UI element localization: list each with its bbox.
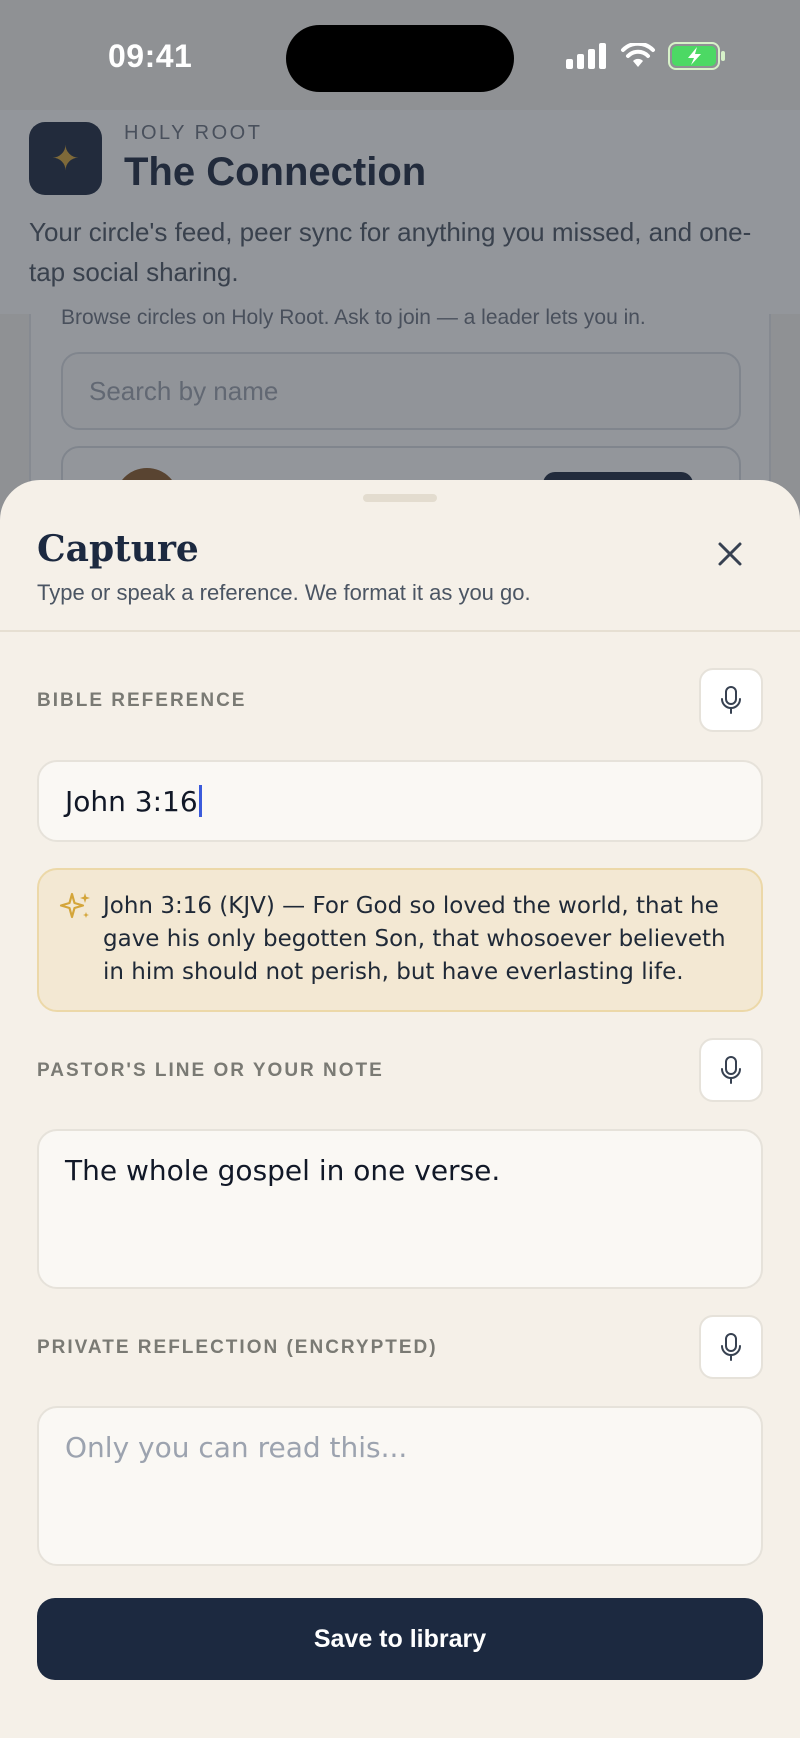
status-icons bbox=[566, 42, 726, 70]
sheet-grabber[interactable] bbox=[363, 494, 437, 502]
microphone-icon bbox=[721, 1333, 741, 1361]
sheet-title: Capture bbox=[37, 528, 199, 570]
note-label: PASTOR'S LINE OR YOUR NOTE bbox=[37, 1060, 384, 1081]
reference-label: BIBLE REFERENCE bbox=[37, 690, 247, 711]
text-caret bbox=[198, 785, 202, 817]
verse-suggestion[interactable]: John 3:16 (KJV) — For God so loved the w… bbox=[37, 868, 763, 1012]
reference-input[interactable]: John 3:16 bbox=[37, 760, 763, 842]
microphone-icon bbox=[721, 686, 741, 714]
capture-sheet: Capture Type or speak a reference. We fo… bbox=[0, 480, 800, 1738]
reflection-textarea[interactable]: Only you can read this... bbox=[37, 1406, 763, 1566]
reflection-placeholder: Only you can read this... bbox=[65, 1431, 408, 1464]
save-to-library-button[interactable]: Save to library bbox=[37, 1598, 763, 1680]
suggestion-text: John 3:16 (KJV) — For God so loved the w… bbox=[103, 893, 726, 985]
wifi-icon bbox=[621, 43, 655, 67]
reflection-mic-button[interactable] bbox=[699, 1315, 763, 1379]
microphone-icon bbox=[721, 1056, 741, 1084]
header-divider bbox=[0, 630, 800, 632]
reference-mic-button[interactable] bbox=[699, 668, 763, 732]
sheet-subtitle: Type or speak a reference. We format it … bbox=[37, 580, 531, 605]
sparkle-icon bbox=[59, 892, 90, 919]
cellular-signal-icon bbox=[566, 43, 606, 69]
close-button[interactable] bbox=[706, 530, 754, 578]
dynamic-island bbox=[286, 25, 514, 92]
reference-input-value: John 3:16 bbox=[65, 784, 198, 818]
battery-charging-icon bbox=[668, 42, 725, 70]
status-time: 09:41 bbox=[108, 38, 193, 74]
note-mic-button[interactable] bbox=[699, 1038, 763, 1102]
status-bar: 09:41 bbox=[0, 0, 800, 110]
close-icon bbox=[718, 542, 742, 566]
reflection-label: PRIVATE REFLECTION (ENCRYPTED) bbox=[37, 1337, 438, 1358]
note-textarea[interactable]: The whole gospel in one verse. bbox=[37, 1129, 763, 1289]
